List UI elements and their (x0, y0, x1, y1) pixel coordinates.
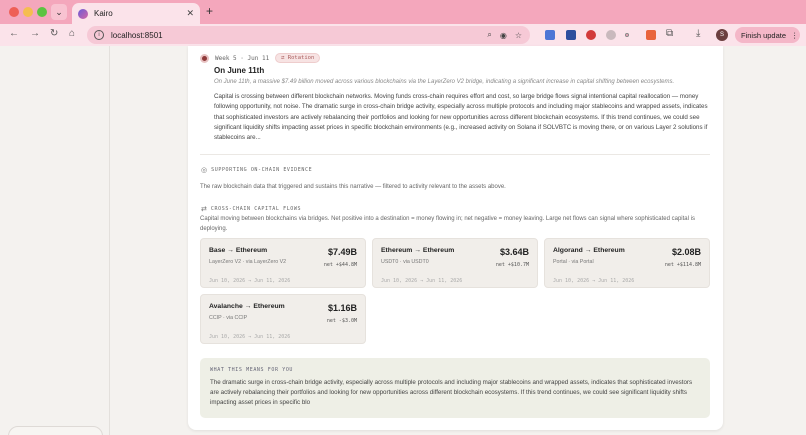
flow-dates: Jun 10, 2026 → Jun 11, 2026 (209, 334, 291, 340)
flow-dates: Jun 10, 2026 → Jun 11, 2026 (209, 278, 291, 284)
timeline-dot-icon (200, 53, 209, 63)
flow-card[interactable]: Avalanche → Ethereum CCIP · via CCIP $1.… (200, 294, 366, 344)
extensions-puzzle-icon[interactable]: ⧉ (666, 28, 673, 39)
story-body: Capital is crossing between different bl… (214, 93, 708, 142)
flow-protocol: USDT0 · via USDT0 (381, 259, 429, 265)
bookmark-star-icon[interactable]: ☆ (515, 31, 522, 40)
page-content: Week 5 · Jun 11 ⇄ Rotation On June 11th … (0, 46, 806, 435)
flow-amount: $2.08B (671, 247, 701, 257)
eye-icon[interactable]: ◉ (500, 31, 507, 40)
tab-search-button[interactable]: ⌄ (51, 4, 67, 20)
flow-route: Avalanche → Ethereum (209, 303, 285, 310)
reload-icon[interactable]: ↻ (50, 28, 58, 39)
maximize-window-button[interactable] (37, 7, 47, 17)
finish-update-label: Finish update (741, 30, 787, 40)
evidence-icon: ◎ (201, 167, 208, 174)
extension-dot-icon[interactable] (625, 33, 629, 37)
close-window-button[interactable] (9, 7, 19, 17)
evidence-description: The raw blockchain data that triggered a… (200, 184, 506, 190)
profile-avatar[interactable]: S (716, 29, 728, 41)
flow-protocol: LayerZero V2 · via LayerZero V2 (209, 259, 287, 265)
swap-arrows-icon: ⇄ (201, 206, 207, 213)
evidence-label: SUPPORTING ON-CHAIN EVIDENCE (211, 167, 313, 173)
extension-icon[interactable] (646, 30, 656, 40)
address-bar[interactable]: i localhost:8501 ⌕ ◉ ☆ (87, 26, 530, 44)
new-tab-button[interactable]: + (206, 4, 213, 18)
meaning-panel: WHAT THIS MEANS FOR YOU The dramatic sur… (200, 358, 710, 418)
tab-title: Kairo (94, 9, 113, 18)
flow-route: Algorand → Ethereum (553, 247, 625, 254)
flow-net: net -$3.0M (326, 318, 357, 324)
story-title: On June 11th (214, 66, 265, 75)
rotation-badge: ⇄ Rotation (275, 53, 321, 63)
back-arrow-icon[interactable]: ← (9, 28, 19, 39)
sidebar-control[interactable] (8, 426, 103, 435)
flow-amount: $3.64B (499, 247, 529, 257)
divider (200, 154, 710, 155)
tab-strip: ⌄ Kairo ✕ + (0, 0, 806, 24)
kairo-favicon-icon (78, 8, 88, 19)
adblock-extension-icon[interactable] (586, 30, 596, 40)
meaning-label: WHAT THIS MEANS FOR YOU (210, 367, 294, 373)
sidebar-area (0, 46, 110, 435)
week-label: Week 5 · Jun 11 (215, 54, 270, 62)
browser-tab[interactable]: Kairo ✕ (72, 3, 200, 24)
forward-arrow-icon[interactable]: → (30, 28, 40, 39)
flow-protocol: CCIP · via CCIP (209, 315, 248, 321)
flow-amount: $7.49B (327, 247, 357, 257)
site-info-icon[interactable]: i (94, 30, 104, 40)
narrative-card: Week 5 · Jun 11 ⇄ Rotation On June 11th … (188, 46, 723, 430)
minimize-window-button[interactable] (23, 7, 33, 17)
flow-card[interactable]: Base → Ethereum LayerZero V2 · via Layer… (200, 238, 366, 288)
browser-toolbar: ← → ↻ ⌂ i localhost:8501 ⌕ ◉ ☆ ⧉ ⤓ S Fin… (0, 24, 806, 46)
flow-protocol: Portal · via Portal (553, 259, 594, 265)
more-menu-icon[interactable]: ⋮ (791, 31, 799, 40)
translate-extension-icon[interactable] (545, 30, 555, 40)
flows-header: ⇄ CROSS-CHAIN CAPITAL FLOWS (201, 205, 301, 213)
flow-card[interactable]: Algorand → Ethereum Portal · via Portal … (544, 238, 710, 288)
flows-label: CROSS-CHAIN CAPITAL FLOWS (210, 206, 302, 212)
flow-dates: Jun 10, 2026 → Jun 11, 2026 (553, 278, 635, 284)
flow-card[interactable]: Ethereum → Ethereum USDT0 · via USDT0 $3… (372, 238, 538, 288)
zoom-icon[interactable]: ⌕ (487, 30, 491, 40)
flow-net: net +$114.8M (664, 262, 701, 268)
url-text: localhost:8501 (111, 30, 163, 40)
evidence-header: ◎ SUPPORTING ON-CHAIN EVIDENCE (201, 166, 312, 174)
flow-dates: Jun 10, 2026 → Jun 11, 2026 (381, 278, 463, 284)
flow-route: Ethereum → Ethereum (381, 247, 455, 254)
tab-close-icon[interactable]: ✕ (186, 8, 194, 19)
flow-route: Base → Ethereum (209, 247, 268, 254)
extension-icon[interactable] (566, 30, 576, 40)
home-icon[interactable]: ⌂ (69, 28, 75, 39)
download-icon[interactable]: ⤓ (696, 28, 700, 39)
extension-icon[interactable] (606, 30, 616, 40)
finish-update-button[interactable]: Finish update ⋮ (735, 27, 800, 43)
flow-net: net +$10.7M (495, 262, 529, 268)
flows-description: Capital moving between blockchains via b… (200, 216, 695, 232)
flow-amount: $1.16B (327, 303, 357, 313)
meaning-body: The dramatic surge in cross-chain bridge… (210, 379, 693, 407)
flow-net: net +$44.8M (323, 262, 357, 268)
week-row: Week 5 · Jun 11 ⇄ Rotation (200, 53, 321, 63)
story-summary: On June 11th, a massive $7.49 billion mo… (214, 79, 675, 85)
